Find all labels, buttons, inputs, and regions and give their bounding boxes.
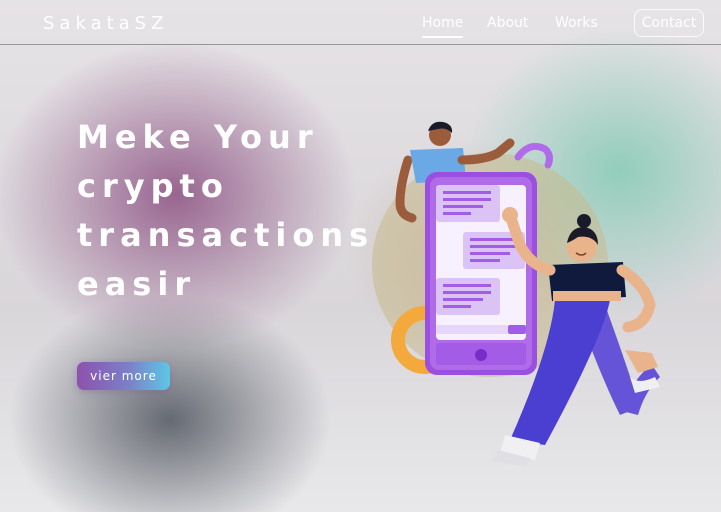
nav-works-link[interactable]: Works <box>555 15 598 31</box>
nav-home-link[interactable]: Home <box>422 15 464 38</box>
top-navigation-bar: SakataSZ Home About Works Contact <box>0 0 721 45</box>
phone-illustration-icon <box>425 172 537 375</box>
site-logo[interactable]: SakataSZ <box>43 13 168 34</box>
hero-line-3: transactions <box>77 216 375 254</box>
contact-button[interactable]: Contact <box>634 9 704 37</box>
hero-line-2: crypto <box>77 167 229 205</box>
view-more-button[interactable]: vier more <box>77 362 170 390</box>
hero-line-1: Meke Your <box>77 118 319 156</box>
nav-about-link[interactable]: About <box>487 15 528 31</box>
hero-line-4: easir <box>77 265 197 303</box>
hero-heading: Meke Your crypto transactions easir <box>77 113 377 309</box>
crypto-phone-illustration <box>372 121 660 467</box>
